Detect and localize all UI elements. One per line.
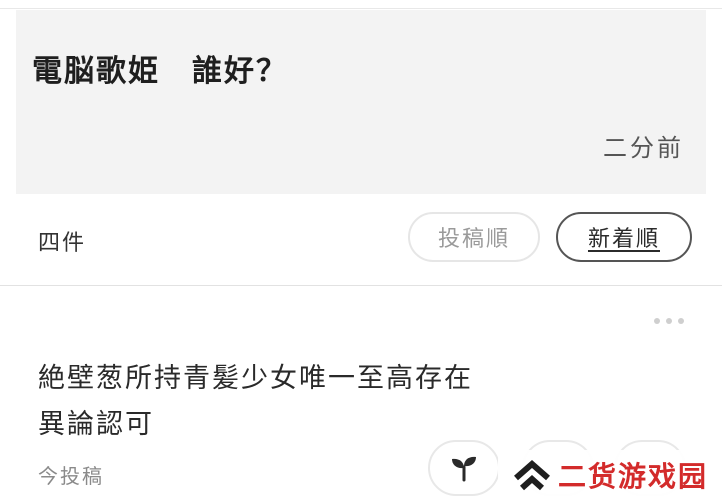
post-text-line: 異論認可 [38,409,154,440]
reply-count: 四件 [38,231,87,256]
sort-bar: 四件 投稿順 新着順 [0,195,722,286]
more-dots-icon[interactable] [654,318,684,324]
post-text-line: 絶壁葱所持青髪少女唯一至高存在 [38,363,473,394]
post-time: 今投稿 [38,464,104,488]
sort-by-newest-button[interactable]: 新着順 [556,212,692,262]
thread-page: 電脳歌姫 誰好？ 二分前 四件 投稿順 新着順 絶壁葱所持青髪少女唯一至高存在 … [0,0,722,504]
sprout-icon [452,456,476,482]
sort-by-post-order-button[interactable]: 投稿順 [408,212,540,262]
post-text: 絶壁葱所持青髪少女唯一至高存在 異論認可 [38,356,598,448]
top-divider [0,0,722,9]
watermark-text: 二货游戏园 [557,460,708,493]
thread-title: 電脳歌姫 誰好？ [32,54,288,89]
sprout-reaction-button[interactable] [428,440,500,496]
thread-timestamp: 二分前 [603,134,684,162]
double-chevron-up-icon [514,460,550,491]
watermark: 二货游戏园 [497,450,714,500]
thread-header [16,10,706,194]
